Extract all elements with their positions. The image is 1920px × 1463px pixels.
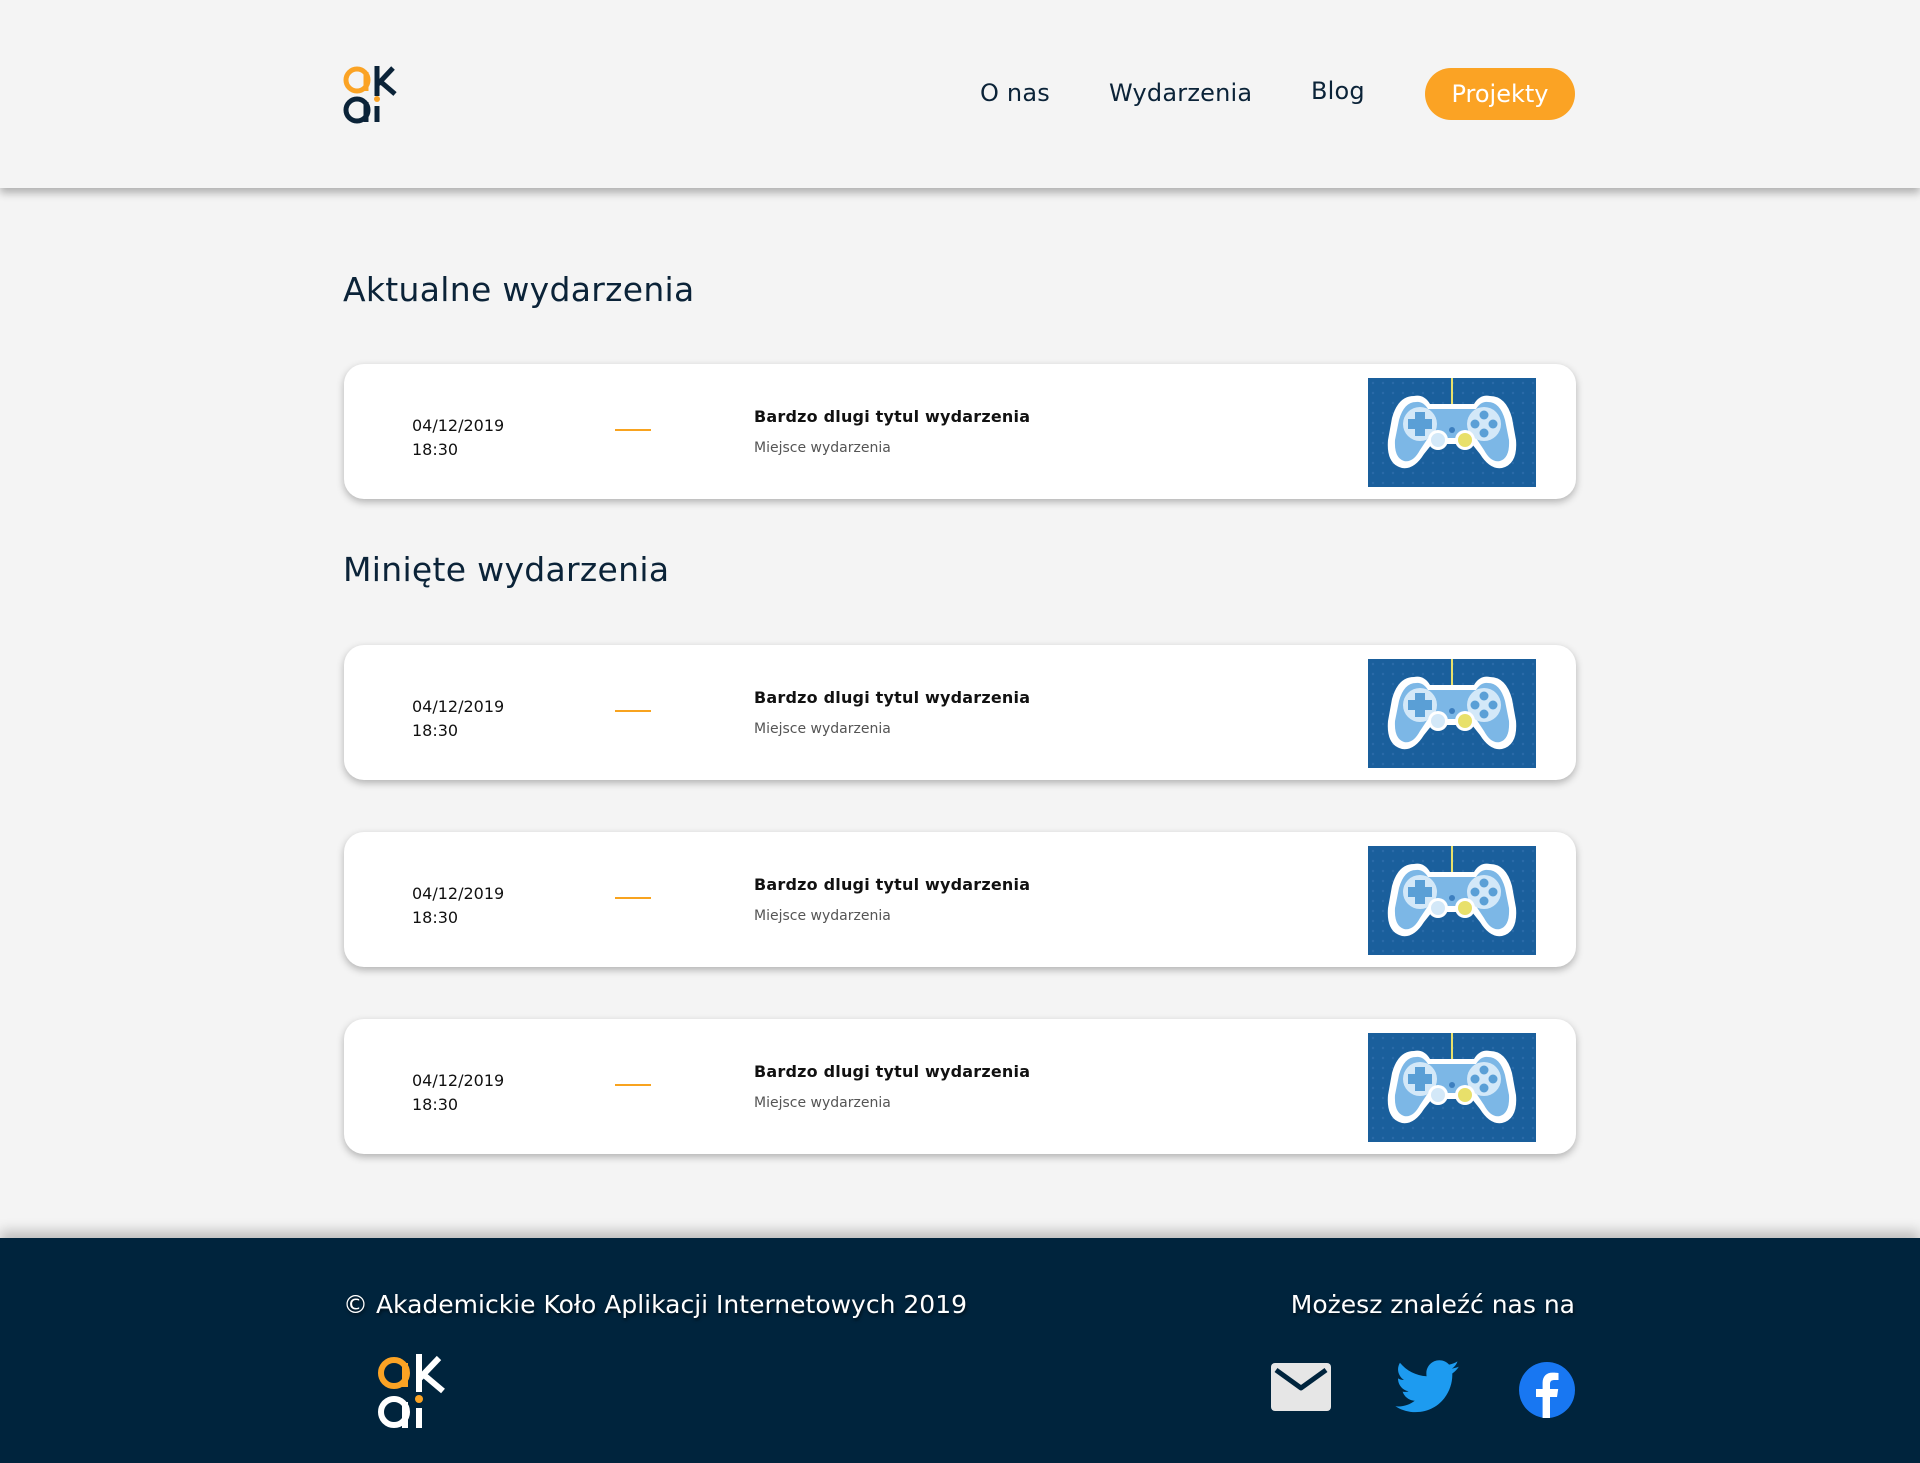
gamepad-icon xyxy=(1368,659,1536,768)
event-datetime: 04/12/2019 18:30 xyxy=(412,695,504,743)
nav-link-about[interactable]: O nas xyxy=(980,79,1050,107)
event-thumbnail xyxy=(1368,846,1536,955)
twitter-link[interactable] xyxy=(1395,1360,1461,1418)
event-datetime: 04/12/2019 18:30 xyxy=(412,1069,504,1117)
nav-link-events[interactable]: Wydarzenia xyxy=(1109,79,1252,107)
separator-dash xyxy=(615,429,651,431)
event-time: 18:30 xyxy=(412,908,459,927)
event-time: 18:30 xyxy=(412,1095,459,1114)
event-card[interactable]: 04/12/2019 18:30 Bardzo dlugi tytul wyda… xyxy=(344,1019,1576,1154)
projects-button[interactable]: Projekty xyxy=(1425,68,1575,120)
event-datetime: 04/12/2019 18:30 xyxy=(412,882,504,930)
copyright-text: © Akademickie Koło Aplikacji Internetowy… xyxy=(343,1290,968,1319)
event-card[interactable]: 04/12/2019 18:30 Bardzo dlugi tytul wyda… xyxy=(344,364,1576,499)
find-us-text: Możesz znaleźć nas na xyxy=(1290,1290,1575,1319)
twitter-icon xyxy=(1395,1360,1460,1413)
event-datetime: 04/12/2019 18:30 xyxy=(412,414,504,462)
separator-dash xyxy=(615,710,651,712)
event-date: 04/12/2019 xyxy=(412,1071,505,1090)
event-card[interactable]: 04/12/2019 18:30 Bardzo dlugi tytul wyda… xyxy=(344,832,1576,967)
mail-link[interactable] xyxy=(1270,1362,1332,1416)
event-place: Miejsce wydarzenia xyxy=(754,1095,891,1111)
site-header: O nas Wydarzenia Blog Projekty xyxy=(0,0,1920,188)
nav-link-blog[interactable]: Blog xyxy=(1311,77,1365,105)
event-date: 04/12/2019 xyxy=(412,697,505,716)
event-thumbnail xyxy=(1368,1033,1536,1142)
event-time: 18:30 xyxy=(412,440,459,459)
separator-dash xyxy=(615,897,651,899)
separator-dash xyxy=(615,1084,651,1086)
event-title: Bardzo dlugi tytul wydarzenia xyxy=(754,875,1031,894)
past-events-heading: Minięte wydarzenia xyxy=(343,550,670,589)
event-place: Miejsce wydarzenia xyxy=(754,440,891,456)
event-date: 04/12/2019 xyxy=(412,416,505,435)
event-date: 04/12/2019 xyxy=(412,884,505,903)
current-events-heading: Aktualne wydarzenia xyxy=(343,270,695,309)
gamepad-icon xyxy=(1368,846,1536,955)
site-footer: © Akademickie Koło Aplikacji Internetowy… xyxy=(0,1238,1920,1463)
event-time: 18:30 xyxy=(412,721,459,740)
facebook-link[interactable] xyxy=(1519,1362,1575,1422)
event-card[interactable]: 04/12/2019 18:30 Bardzo dlugi tytul wyda… xyxy=(344,645,1576,780)
event-thumbnail xyxy=(1368,378,1536,487)
footer-akai-logo[interactable] xyxy=(375,1350,449,1432)
main-nav: O nas Wydarzenia Blog Projekty xyxy=(0,67,1920,120)
akai-logo-icon xyxy=(378,1354,445,1428)
event-place: Miejsce wydarzenia xyxy=(754,908,891,924)
event-title: Bardzo dlugi tytul wydarzenia xyxy=(754,407,1031,426)
event-title: Bardzo dlugi tytul wydarzenia xyxy=(754,688,1031,707)
event-title: Bardzo dlugi tytul wydarzenia xyxy=(754,1062,1031,1081)
mail-icon xyxy=(1271,1363,1331,1411)
event-thumbnail xyxy=(1368,659,1536,768)
facebook-icon xyxy=(1519,1362,1575,1418)
gamepad-icon xyxy=(1368,378,1536,487)
event-place: Miejsce wydarzenia xyxy=(754,721,891,737)
gamepad-icon xyxy=(1368,1033,1536,1142)
